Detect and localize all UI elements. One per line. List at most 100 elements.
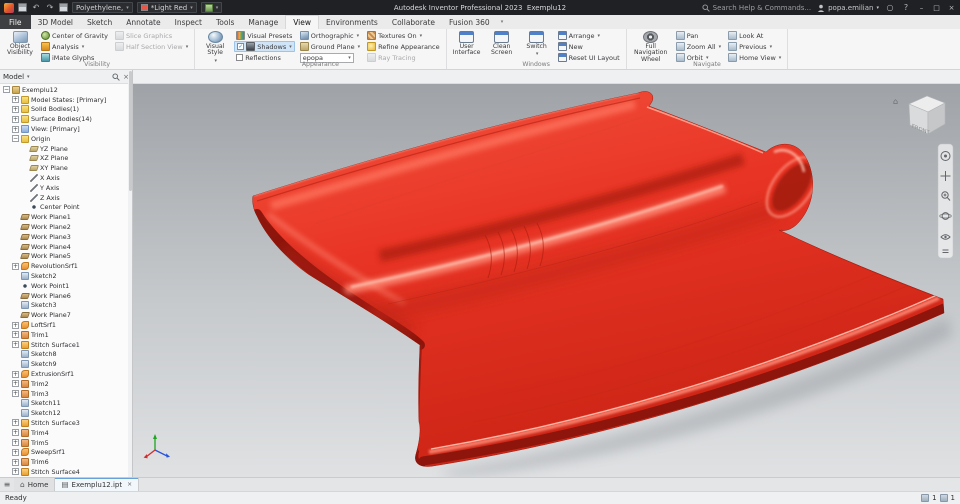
tree-expander-icon[interactable]: + xyxy=(12,125,19,133)
tree-item-sketch8[interactable]: Sketch8 xyxy=(0,350,132,360)
tree-item-work-point1[interactable]: Work Point1 xyxy=(0,281,132,291)
tree-item-sketch9[interactable]: Sketch9 xyxy=(0,359,132,369)
reflections-checkbox[interactable] xyxy=(236,54,244,61)
tree-item-sketch12[interactable]: Sketch12 xyxy=(0,408,132,418)
tree-item-xy-plane[interactable]: XY Plane xyxy=(0,163,132,173)
tree-expander-icon[interactable]: + xyxy=(12,262,19,270)
button-analysis[interactable]: Analysis ▾ xyxy=(39,41,110,52)
tree-item-loftsrf1[interactable]: + LoftSrf1 xyxy=(0,320,132,330)
tree-item-trim2[interactable]: + Trim2 xyxy=(0,379,132,389)
tree-expander-icon[interactable]: + xyxy=(12,370,19,378)
tree-item-solid-bodies-1[interactable]: + Solid Bodies(1) xyxy=(0,105,132,115)
button-ground-plane[interactable]: Ground Plane ▾ xyxy=(298,41,362,52)
tree-expander-icon[interactable]: + xyxy=(12,341,19,349)
account-menu[interactable]: popa.emilian ▾ xyxy=(817,4,879,12)
tree-item-work-plane3[interactable]: Work Plane3 xyxy=(0,232,132,242)
tab-list-icon[interactable]: ≡ xyxy=(0,478,14,491)
undo-icon[interactable]: ↶ xyxy=(31,3,41,13)
tree-expander-icon[interactable]: − xyxy=(12,135,19,143)
tree-expander-icon[interactable]: + xyxy=(12,105,19,113)
button-pan[interactable]: Pan xyxy=(674,30,723,41)
tab-manage[interactable]: Manage xyxy=(241,15,285,29)
button-refine-appearance[interactable]: Refine Appearance xyxy=(365,41,442,52)
tab-fusion-360[interactable]: Fusion 360 xyxy=(442,15,497,29)
viewcube-home-icon[interactable]: ⌂ xyxy=(893,97,898,106)
tab-environments[interactable]: Environments xyxy=(319,15,385,29)
tree-item-surface-bodies-14[interactable]: + Surface Bodies(14) xyxy=(0,114,132,124)
tab-annotate[interactable]: Annotate xyxy=(119,15,167,29)
tree-item-trim4[interactable]: + Trim4 xyxy=(0,428,132,438)
browser-scrollbar[interactable] xyxy=(128,70,132,477)
tree-item-stitch-surface4[interactable]: + Stitch Surface4 xyxy=(0,467,132,477)
shadows-checkbox[interactable]: ✓ xyxy=(237,43,245,50)
tree-item-work-plane4[interactable]: Work Plane4 xyxy=(0,242,132,252)
appearance-dropdown[interactable]: *Light Red ▾ xyxy=(136,2,197,13)
tree-item-work-plane7[interactable]: Work Plane7 xyxy=(0,310,132,320)
tree-item-stitch-surface3[interactable]: + Stitch Surface3 xyxy=(0,418,132,428)
tree-expander-icon[interactable]: + xyxy=(12,321,19,329)
tree-item-model-states-primary[interactable]: + Model States: [Primary] xyxy=(0,95,132,105)
tree-expander-icon[interactable]: + xyxy=(12,448,19,456)
tree-item-extrusionsrf1[interactable]: + ExtrusionSrf1 xyxy=(0,369,132,379)
help-search-input[interactable]: Search Help & Commands... xyxy=(702,4,811,12)
scrollbar-thumb[interactable] xyxy=(128,71,132,191)
minimize-button[interactable]: – xyxy=(917,4,926,12)
tab-view[interactable]: View xyxy=(285,15,320,29)
tree-expander-icon[interactable]: + xyxy=(12,96,19,104)
maximize-button[interactable]: □ xyxy=(932,4,941,12)
button-half-section-view[interactable]: Half Section View ▾ xyxy=(113,41,190,52)
tree-expander-icon[interactable]: + xyxy=(12,115,19,123)
tree-item-sketch3[interactable]: Sketch3 xyxy=(0,301,132,311)
close-button[interactable]: × xyxy=(947,4,956,12)
button-look-at[interactable]: Look At xyxy=(726,30,783,41)
tree-expander-icon[interactable]: + xyxy=(12,429,19,437)
tab-3d-model[interactable]: 3D Model xyxy=(31,15,80,29)
button-switch[interactable]: Switch ▾ xyxy=(521,30,553,57)
navigation-bar[interactable] xyxy=(937,143,954,259)
redo-icon[interactable]: ↷ xyxy=(45,3,55,13)
doc-tab-home[interactable]: ⌂ Home xyxy=(14,478,56,491)
tree-expander-icon[interactable]: − xyxy=(3,86,10,94)
button-arrange[interactable]: Arrange ▾ xyxy=(556,30,622,41)
tree-item-sketch2[interactable]: Sketch2 xyxy=(0,271,132,281)
button-new[interactable]: New xyxy=(556,41,622,52)
tree-item-work-plane6[interactable]: Work Plane6 xyxy=(0,291,132,301)
tree-item-center-point[interactable]: Center Point xyxy=(0,203,132,213)
app-logo-icon[interactable] xyxy=(4,2,14,13)
button-clean-screen[interactable]: Clean Screen xyxy=(486,30,518,57)
tree-item-trim6[interactable]: + Trim6 xyxy=(0,457,132,467)
tab-file[interactable]: File xyxy=(0,15,31,29)
tab-inspect[interactable]: Inspect xyxy=(168,15,209,29)
button-user-interface[interactable]: User Interface xyxy=(451,30,483,57)
print-icon[interactable] xyxy=(59,3,68,12)
doc-tab-exemplu12-ipt[interactable]: ▤ Exemplu12.ipt × xyxy=(55,478,140,491)
tree-item-trim5[interactable]: + Trim5 xyxy=(0,438,132,448)
tree-item-revolutionsrf1[interactable]: + RevolutionSrf1 xyxy=(0,261,132,271)
tree-item-trim3[interactable]: + Trim3 xyxy=(0,389,132,399)
button-center-of-gravity[interactable]: Center of Gravity xyxy=(39,30,110,41)
tree-item-work-plane5[interactable]: Work Plane5 xyxy=(0,252,132,262)
viewport-canvas[interactable]: ⌂ FRONT xyxy=(133,84,960,477)
tree-item-sketch11[interactable]: Sketch11 xyxy=(0,399,132,409)
tree-item-y-axis[interactable]: Y Axis xyxy=(0,183,132,193)
tree-item-x-axis[interactable]: X Axis xyxy=(0,173,132,183)
tree-expander-icon[interactable]: + xyxy=(12,439,19,447)
button-visual-presets[interactable]: Visual Presets xyxy=(234,30,295,41)
tree-item-xz-plane[interactable]: XZ Plane xyxy=(0,154,132,164)
tree-item-work-plane2[interactable]: Work Plane2 xyxy=(0,222,132,232)
tree-expander-icon[interactable]: + xyxy=(12,331,19,339)
tree-item-origin[interactable]: − Origin xyxy=(0,134,132,144)
tab-collaborate[interactable]: Collaborate xyxy=(385,15,442,29)
button-full-navigation-wheel[interactable]: Full Navigation Wheel xyxy=(631,30,671,63)
tree-item-yz-plane[interactable]: YZ Plane xyxy=(0,144,132,154)
quick-access-extra-dropdown[interactable]: ▾ xyxy=(200,2,223,13)
tree-item-z-axis[interactable]: Z Axis xyxy=(0,193,132,203)
tab-sketch[interactable]: Sketch xyxy=(80,15,119,29)
tree-item-exemplu12[interactable]: − Exemplu12 xyxy=(0,85,132,95)
tree-expander-icon[interactable]: + xyxy=(12,390,19,398)
help-icon[interactable]: ? xyxy=(901,3,911,13)
tab-tools[interactable]: Tools xyxy=(209,15,241,29)
button-object-visibility[interactable]: Object Visibility xyxy=(4,30,36,57)
tree-item-trim1[interactable]: + Trim1 xyxy=(0,330,132,340)
button-textures-on[interactable]: Textures On ▾ xyxy=(365,30,442,41)
